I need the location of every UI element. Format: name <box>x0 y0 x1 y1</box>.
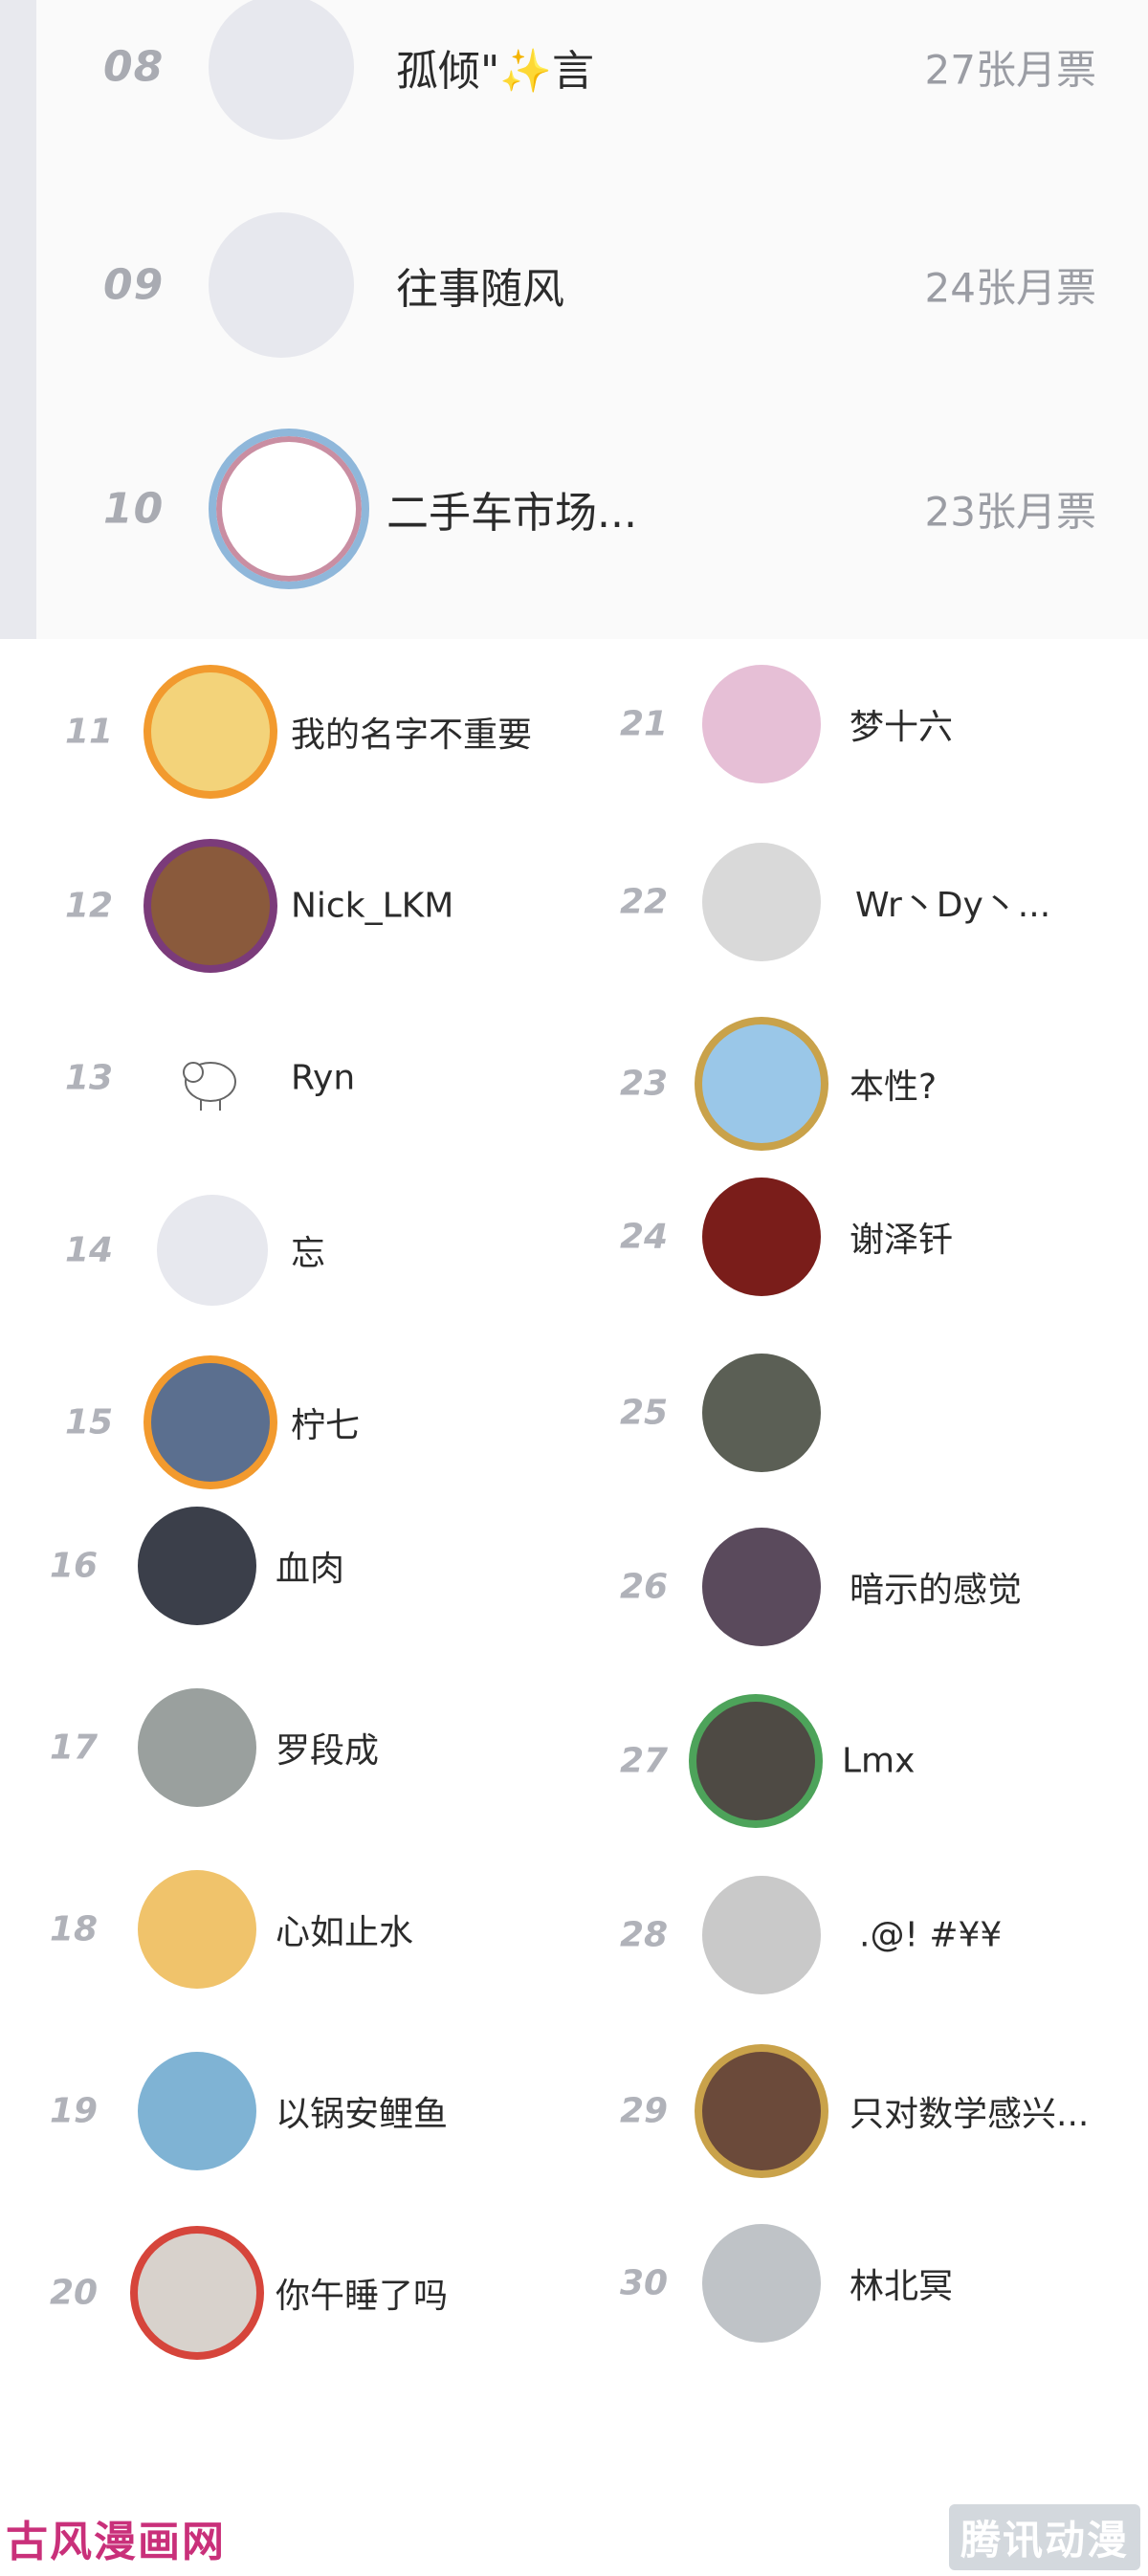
user-name: Ryn <box>291 1058 356 1098</box>
avatar[interactable] <box>151 1363 270 1482</box>
user-name: Lmx <box>842 1741 916 1781</box>
rank-number: 26 <box>620 1567 669 1607</box>
rank-number: 09 <box>103 260 165 310</box>
avatar[interactable] <box>157 1195 268 1306</box>
list-item[interactable]: 16 血肉 <box>50 1494 547 1638</box>
avatar[interactable] <box>702 843 821 961</box>
rank-number: 08 <box>103 42 165 92</box>
user-name: 血肉 <box>276 1550 345 1589</box>
user-name: 罗段成 <box>276 1731 380 1771</box>
rank-number: 13 <box>65 1058 114 1098</box>
list-item[interactable]: 25 <box>620 1341 1137 1485</box>
user-name: 只对数学感兴... <box>850 2095 1090 2134</box>
vote-count: 23张月票 <box>924 488 1096 536</box>
avatar[interactable] <box>702 2224 821 2343</box>
list-item[interactable]: 23 本性? <box>620 1012 1137 1156</box>
avatar[interactable] <box>702 1178 821 1296</box>
list-item[interactable]: 18 心如止水 <box>50 1858 547 2001</box>
avatar[interactable] <box>702 1876 821 1994</box>
rank-number: 11 <box>65 712 114 752</box>
list-item[interactable]: 21 梦十六 <box>620 652 1137 796</box>
user-name: 梦十六 <box>850 708 954 747</box>
avatar[interactable] <box>209 212 354 358</box>
rank-row[interactable]: 09 往事随风 24张月票 <box>36 209 1148 362</box>
list-item[interactable]: 13 Ryn <box>65 1006 563 1150</box>
left-sidebar-strip <box>0 0 36 639</box>
rank-number: 23 <box>620 1064 669 1104</box>
list-item[interactable]: 22 Wr丶Dy丶... <box>620 830 1137 974</box>
rank-number: 15 <box>65 1402 114 1442</box>
list-item[interactable]: 20 你午睡了吗 <box>50 2221 547 2365</box>
watermark-right: 腾讯动漫 <box>948 2504 1140 2570</box>
list-item[interactable]: 14 忘 <box>65 1178 563 1322</box>
rank-number: 24 <box>620 1217 669 1257</box>
avatar[interactable] <box>151 1019 270 1137</box>
user-name: 忘 <box>291 1234 326 1273</box>
rank-number: 22 <box>620 882 669 922</box>
user-name: 我的名字不重要 <box>291 716 533 755</box>
list-item[interactable]: 30 林北冥 <box>620 2212 1137 2355</box>
sheep-icon <box>183 1062 236 1111</box>
list-item[interactable]: 15 柠七 <box>65 1351 563 1494</box>
rank-number: 10 <box>103 484 165 534</box>
user-name: 柠七 <box>291 1406 361 1445</box>
user-name: .@! #¥¥ <box>859 1915 1003 1955</box>
rank-number: 12 <box>65 886 114 926</box>
list-item[interactable]: 26 暗示的感觉 <box>620 1515 1137 1659</box>
rank-row[interactable]: 08 孤倾"✨言 27张月票 <box>36 0 1148 143</box>
rank-row[interactable]: 10 二手车市场... 23张月票 <box>36 429 1148 589</box>
avatar[interactable] <box>209 0 354 140</box>
watermark-left: 古风漫画网 <box>6 2518 226 2566</box>
rank-number: 17 <box>50 1728 99 1768</box>
rank-number: 30 <box>620 2263 669 2303</box>
avatar[interactable] <box>138 1870 256 1989</box>
user-name: 二手车市场... <box>386 489 637 538</box>
user-name: 谢泽钎 <box>850 1221 954 1260</box>
vote-count: 24张月票 <box>924 264 1096 312</box>
rank-number: 18 <box>50 1909 99 1949</box>
user-name: 本性? <box>850 1068 938 1107</box>
rank-number: 25 <box>620 1393 669 1433</box>
avatar-wreath-frame[interactable] <box>209 429 369 589</box>
avatar[interactable] <box>138 1688 256 1807</box>
user-name: 往事随风 <box>396 265 564 314</box>
user-name: 心如止水 <box>276 1913 414 1952</box>
avatar[interactable] <box>138 1507 256 1625</box>
rank-number: 19 <box>50 2091 99 2131</box>
list-item[interactable]: 27 Lmx <box>620 1689 1137 1833</box>
list-item[interactable]: 12 Nick_LKM <box>65 834 563 978</box>
user-name: 暗示的感觉 <box>850 1571 1023 1610</box>
avatar[interactable] <box>151 847 270 965</box>
list-item[interactable]: 19 以锅安鲤鱼 <box>50 2039 547 2183</box>
rank-number: 14 <box>65 1230 114 1270</box>
user-name: 以锅安鲤鱼 <box>276 2095 449 2134</box>
user-name: 孤倾"✨言 <box>396 47 595 96</box>
rank-number: 20 <box>50 2273 99 2313</box>
user-name: 你午睡了吗 <box>276 2277 449 2316</box>
list-item[interactable]: 28 .@! #¥¥ <box>620 1863 1137 2007</box>
avatar[interactable] <box>151 672 270 791</box>
user-name: 林北冥 <box>850 2267 954 2306</box>
list-item[interactable]: 24 谢泽钎 <box>620 1165 1137 1309</box>
avatar[interactable] <box>696 1702 815 1820</box>
list-item[interactable]: 29 只对数学感兴... <box>620 2039 1137 2183</box>
avatar[interactable] <box>138 2052 256 2170</box>
avatar[interactable] <box>702 1354 821 1472</box>
avatar[interactable] <box>702 665 821 783</box>
avatar[interactable] <box>702 2052 821 2170</box>
vote-count: 27张月票 <box>924 46 1096 94</box>
rank-number: 28 <box>620 1915 669 1955</box>
user-name: Wr丶Dy丶... <box>855 886 1051 925</box>
avatar[interactable] <box>138 2234 256 2352</box>
avatar[interactable] <box>702 1528 821 1646</box>
avatar[interactable] <box>702 1024 821 1143</box>
list-item[interactable]: 17 罗段成 <box>50 1676 547 1819</box>
rank-number: 21 <box>620 704 669 744</box>
rank-number: 29 <box>620 2091 669 2131</box>
rank-number: 27 <box>620 1741 669 1781</box>
list-item[interactable]: 11 我的名字不重要 <box>65 660 563 804</box>
rank-number: 16 <box>50 1546 99 1586</box>
user-name: Nick_LKM <box>291 886 454 926</box>
